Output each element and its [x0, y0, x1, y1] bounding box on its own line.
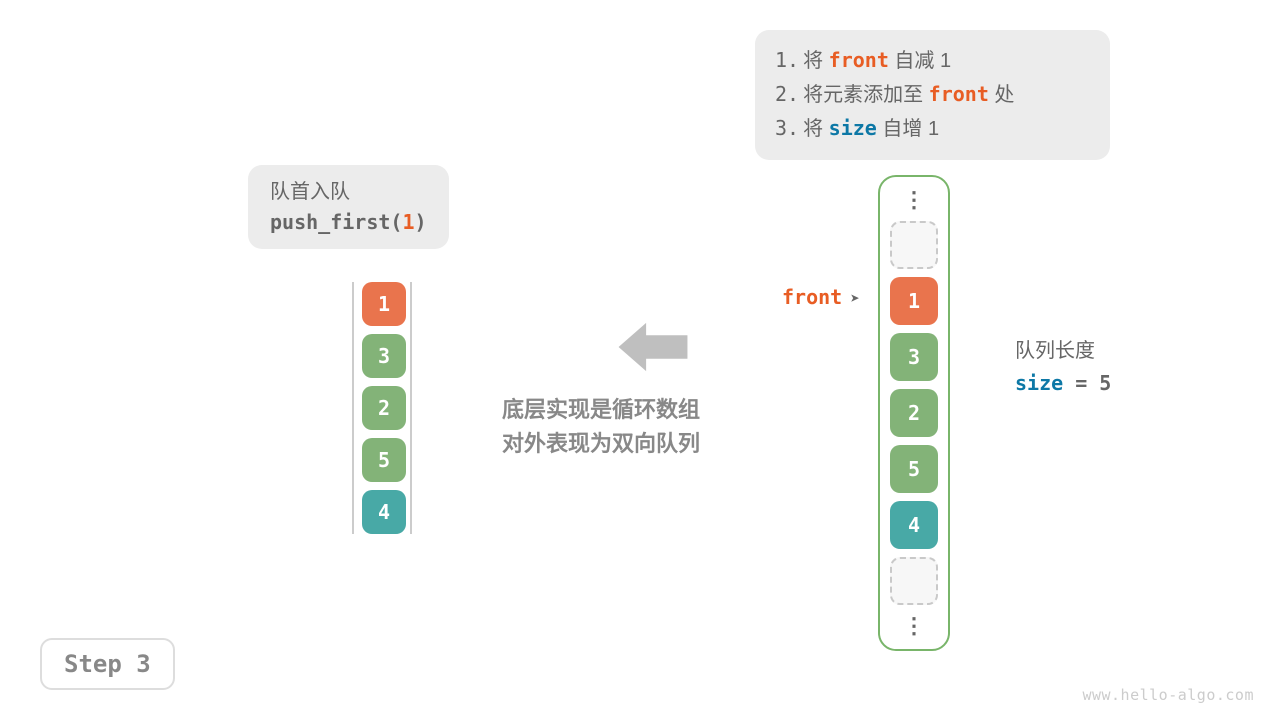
- step-badge: Step 3: [40, 638, 175, 690]
- algorithm-steps-box: 1.将 front 自减 12.将元素添加至 front 处3.将 size 自…: [755, 30, 1110, 160]
- deque-cell: 3: [362, 334, 406, 378]
- algorithm-steps-list: 1.将 front 自减 12.将元素添加至 front 处3.将 size 自…: [775, 44, 1090, 146]
- step-item: 2.将元素添加至 front 处: [775, 78, 1090, 112]
- deque-view: 1 3 2 5 4: [352, 282, 412, 534]
- ellipsis-icon: ⋮: [903, 613, 925, 639]
- pointer-arrow-icon: ➤: [850, 289, 860, 308]
- front-pointer-label: front➤: [782, 285, 860, 309]
- operation-callout: 队首入队 push_first(1): [248, 165, 449, 249]
- array-cell: 5: [890, 445, 938, 493]
- empty-cell: [890, 557, 938, 605]
- operation-title: 队首入队: [270, 177, 427, 207]
- deque-cell: 5: [362, 438, 406, 482]
- deque-cell: 1: [362, 282, 406, 326]
- deque-cell: 4: [362, 490, 406, 534]
- size-label: 队列长度 size = 5: [1015, 335, 1111, 399]
- explanation-text: 底层实现是循环数组 对外表现为双向队列: [502, 393, 700, 461]
- left-arrow-icon: [618, 316, 688, 383]
- circular-array-view: ⋮ 1 3 2 5 4 ⋮: [878, 175, 950, 651]
- array-cell: 2: [890, 389, 938, 437]
- empty-cell: [890, 221, 938, 269]
- array-cell: 3: [890, 333, 938, 381]
- array-cell: 1: [890, 277, 938, 325]
- array-cell: 4: [890, 501, 938, 549]
- deque-cell: 2: [362, 386, 406, 430]
- watermark: www.hello-algo.com: [1082, 686, 1254, 704]
- step-item: 3.将 size 自增 1: [775, 112, 1090, 146]
- ellipsis-icon: ⋮: [903, 187, 925, 213]
- step-item: 1.将 front 自减 1: [775, 44, 1090, 78]
- operation-code: push_first(1): [270, 207, 427, 237]
